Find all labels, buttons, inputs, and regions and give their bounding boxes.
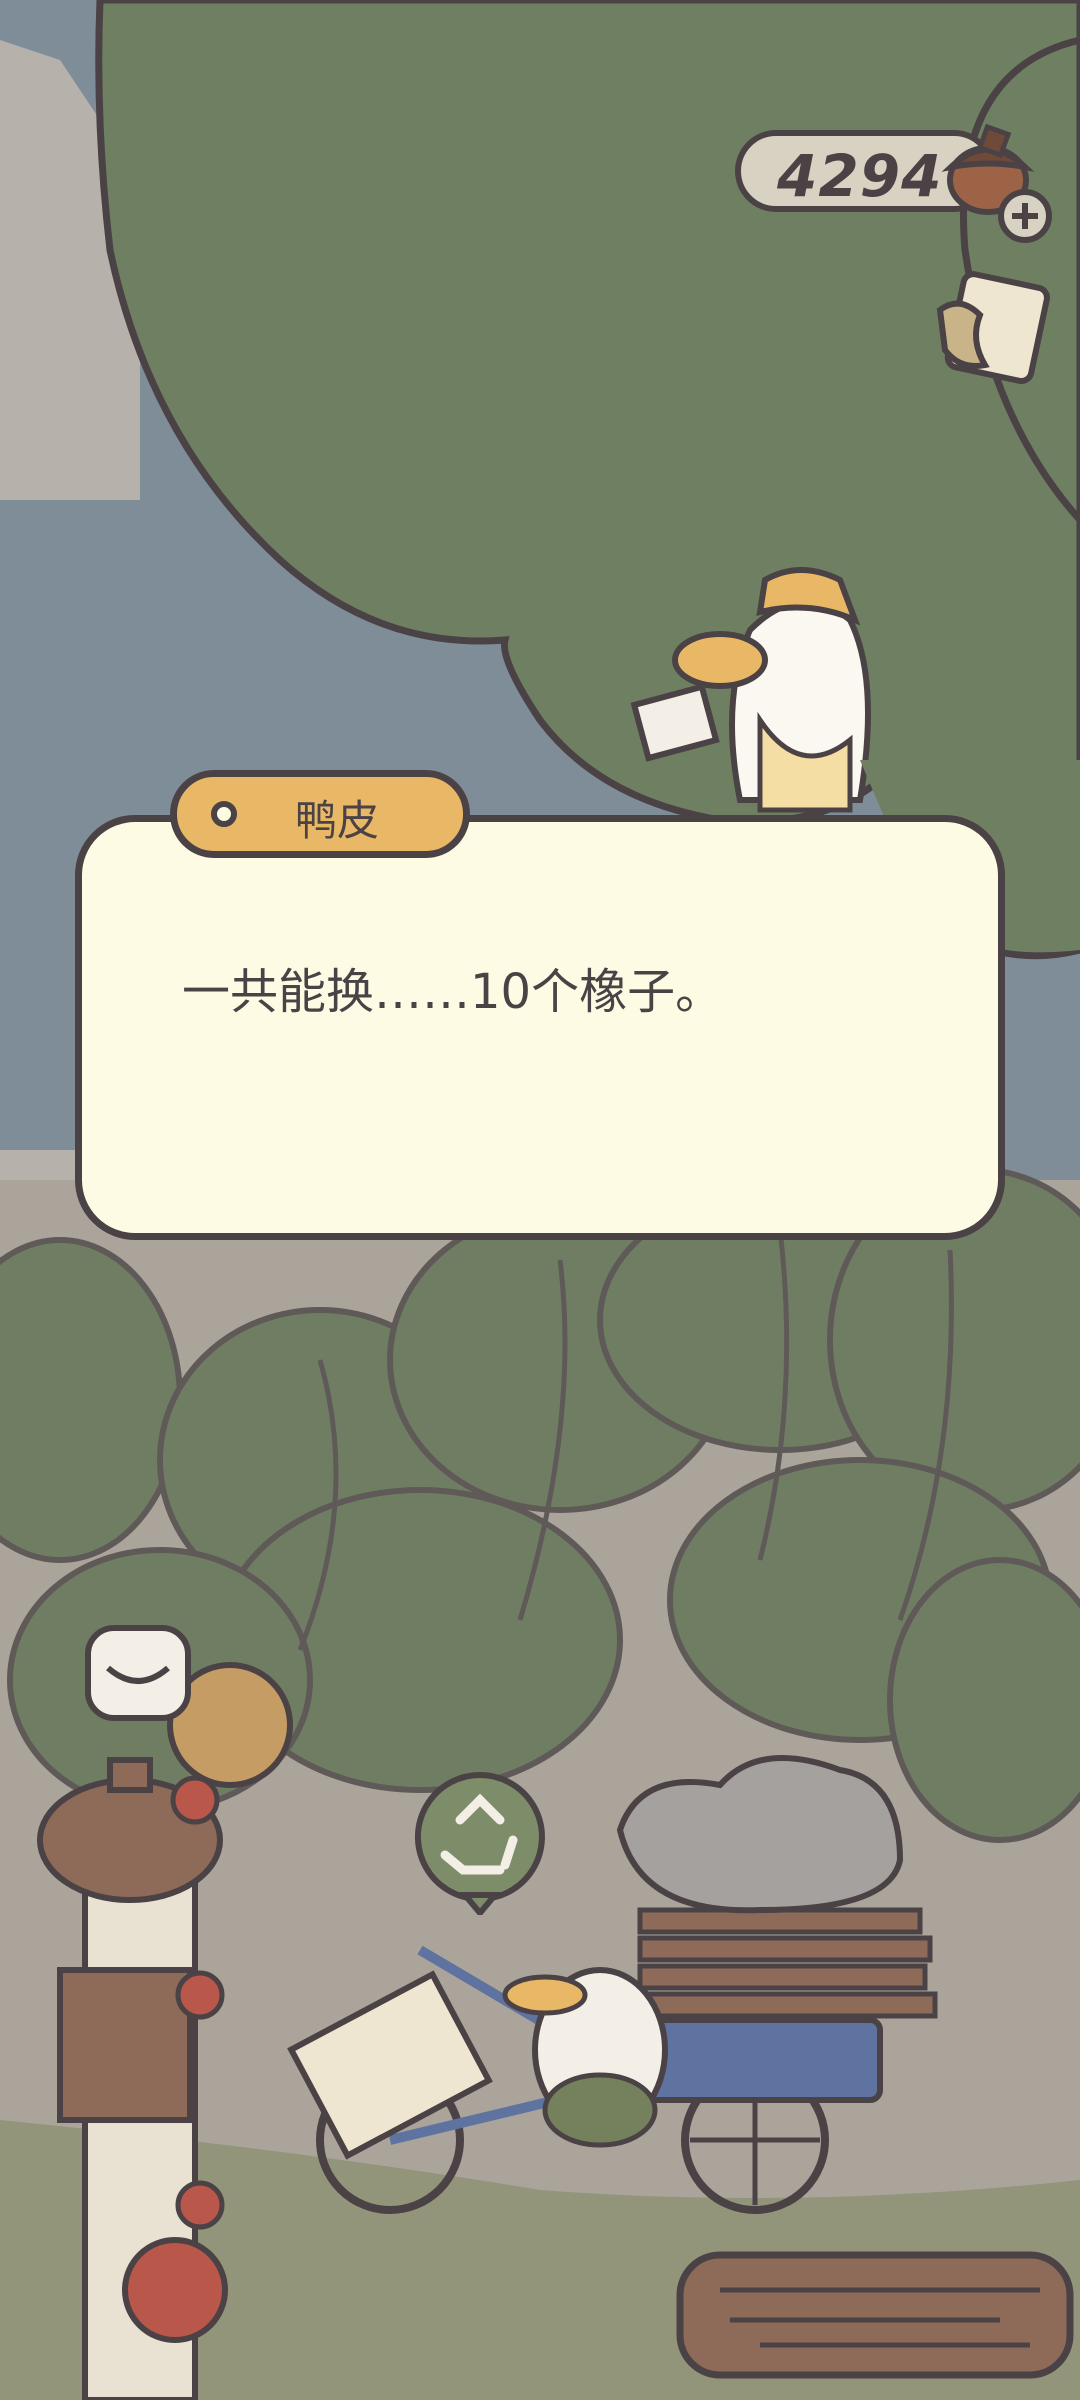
acorn-counter[interactable]: 4294	[735, 123, 1052, 243]
dialog-box[interactable]: 一共能换……10个橡子。	[75, 815, 1005, 1240]
speaker-nametag: 鸭皮	[170, 770, 470, 858]
add-acorns-icon[interactable]	[997, 188, 1053, 244]
acorn-count: 4294	[777, 142, 943, 210]
speaker-name: 鸭皮	[295, 796, 380, 845]
mailbox-icon[interactable]	[80, 1620, 195, 1725]
nametag-dot-icon	[211, 801, 237, 827]
recycle-icon[interactable]	[405, 1765, 555, 1915]
dialog-text: 一共能换……10个橡子。	[182, 964, 724, 1020]
ticket-icon[interactable]	[930, 270, 1055, 390]
